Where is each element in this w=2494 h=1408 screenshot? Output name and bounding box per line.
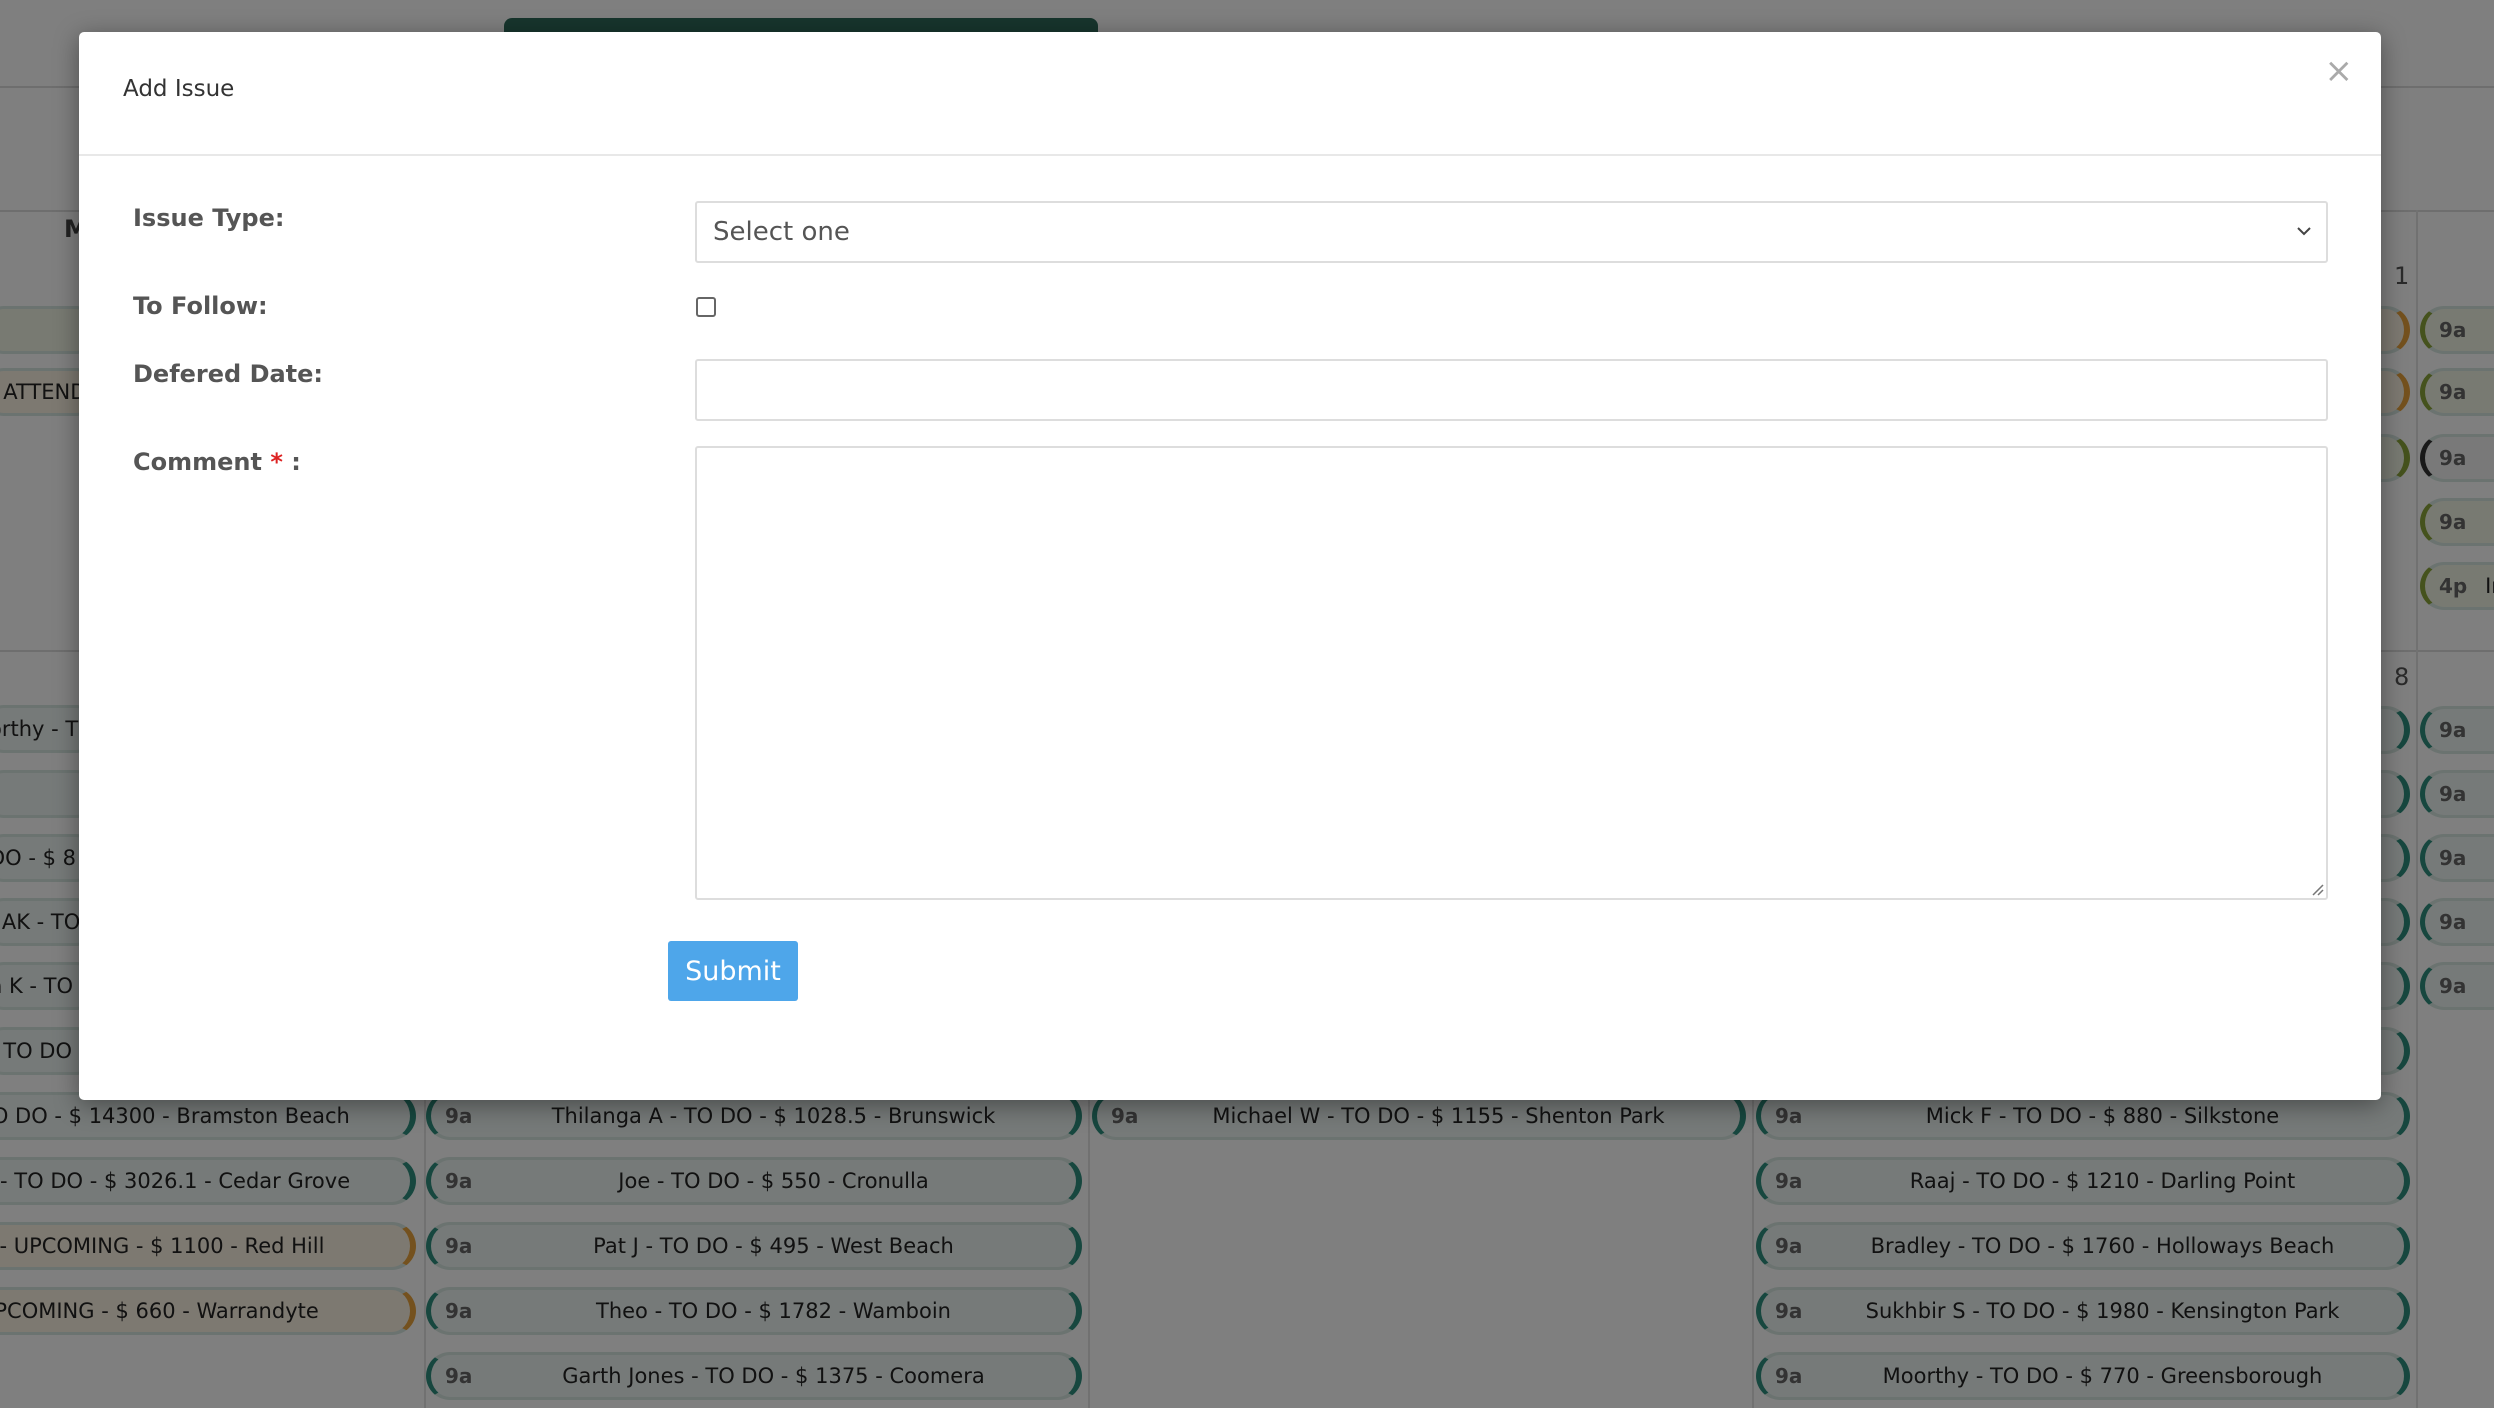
issue-type-selected-value: Select one xyxy=(713,217,850,247)
deferred-date-field[interactable] xyxy=(695,359,2328,421)
issue-type-select[interactable]: Select one xyxy=(695,201,2328,263)
comment-label: Comment * : xyxy=(133,448,301,476)
modal-header: Add Issue × xyxy=(79,32,2381,156)
required-marker: * xyxy=(270,448,283,476)
close-icon[interactable]: × xyxy=(2325,54,2354,88)
deferred-date-label: Defered Date: xyxy=(133,360,324,388)
comment-label-colon: : xyxy=(291,448,301,476)
modal-title: Add Issue xyxy=(123,76,235,102)
add-issue-modal: Add Issue × Issue Type: Select one To Fo… xyxy=(79,32,2381,1100)
to-follow-checkbox[interactable] xyxy=(696,297,716,317)
chevron-down-icon xyxy=(2297,227,2311,236)
comment-textarea[interactable] xyxy=(695,446,2328,900)
comment-label-text: Comment xyxy=(133,448,262,476)
resize-handle-icon[interactable] xyxy=(2308,880,2324,896)
issue-type-label: Issue Type: xyxy=(133,204,285,232)
submit-button[interactable]: Submit xyxy=(668,941,798,1001)
to-follow-label: To Follow: xyxy=(133,292,268,320)
